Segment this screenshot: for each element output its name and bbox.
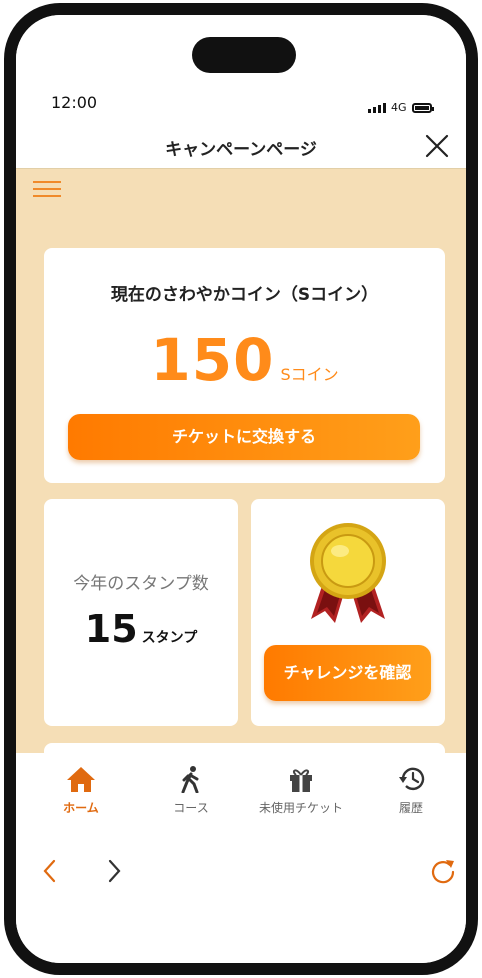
signal-icon xyxy=(368,102,386,113)
phone-frame: 12:00 4G キャンペーンページ 現在のさわやかコイン（Sコイン） 150 … xyxy=(4,3,478,975)
browser-toolbar xyxy=(16,845,466,905)
chevron-left-icon xyxy=(43,859,56,883)
tab-course[interactable]: コース xyxy=(136,765,246,816)
history-icon xyxy=(399,767,425,791)
challenge-card: チャレンジを確認 xyxy=(251,499,445,726)
coin-balance: 150 Sコイン xyxy=(44,326,445,394)
close-icon xyxy=(425,134,449,158)
screen: 12:00 4G キャンペーンページ 現在のさわやかコイン（Sコイン） 150 … xyxy=(16,15,466,963)
medal-icon xyxy=(310,523,386,623)
stamp-label: 今年のスタンプ数 xyxy=(73,574,209,594)
tab-bar: ホーム コース 未使用チケット 履歴 xyxy=(16,753,466,839)
stamp-count: 15 スタンプ xyxy=(44,607,238,651)
stamp-value: 15 xyxy=(84,607,138,651)
back-button[interactable] xyxy=(36,857,64,885)
home-icon xyxy=(67,767,95,792)
app-header: キャンペーンページ xyxy=(16,121,466,169)
dynamic-island xyxy=(192,37,296,73)
next-card xyxy=(44,743,445,753)
status-indicators: 4G xyxy=(368,101,434,114)
menu-button[interactable] xyxy=(33,181,61,199)
tab-home[interactable]: ホーム xyxy=(26,765,136,816)
stamp-unit: スタンプ xyxy=(141,630,198,646)
tab-unused-tickets[interactable]: 未使用チケット xyxy=(246,765,356,816)
tab-label: 未使用チケット xyxy=(258,801,343,815)
main-content[interactable]: 現在のさわやかコイン（Sコイン） 150 Sコイン チケットに交換する 今年のスタ… xyxy=(16,169,466,753)
exchange-ticket-button[interactable]: チケットに交換する xyxy=(68,414,420,460)
challenge-button[interactable]: チャレンジを確認 xyxy=(264,645,431,701)
coin-title: 現在のさわやかコイン（Sコイン） xyxy=(110,285,379,305)
reload-icon xyxy=(431,860,455,884)
coin-value: 150 xyxy=(150,326,275,394)
battery-icon xyxy=(411,102,434,113)
tab-label: 履歴 xyxy=(398,801,423,815)
reload-button[interactable] xyxy=(429,857,457,885)
status-time: 12:00 xyxy=(51,93,98,112)
page-title: キャンペーンページ xyxy=(165,140,317,160)
gift-icon xyxy=(290,769,312,792)
forward-button[interactable] xyxy=(100,857,128,885)
tab-label: ホーム xyxy=(63,801,99,815)
coin-unit: Sコイン xyxy=(280,365,339,384)
walker-icon xyxy=(181,766,199,793)
tab-label: コース xyxy=(173,801,209,815)
tab-history[interactable]: 履歴 xyxy=(356,765,466,816)
network-label: 4G xyxy=(391,101,407,114)
stamp-card: 今年のスタンプ数 15 スタンプ xyxy=(44,499,238,726)
menu-icon xyxy=(33,181,61,183)
chevron-right-icon xyxy=(108,859,121,883)
close-button[interactable] xyxy=(424,133,450,159)
coin-card: 現在のさわやかコイン（Sコイン） 150 Sコイン チケットに交換する xyxy=(44,248,445,483)
